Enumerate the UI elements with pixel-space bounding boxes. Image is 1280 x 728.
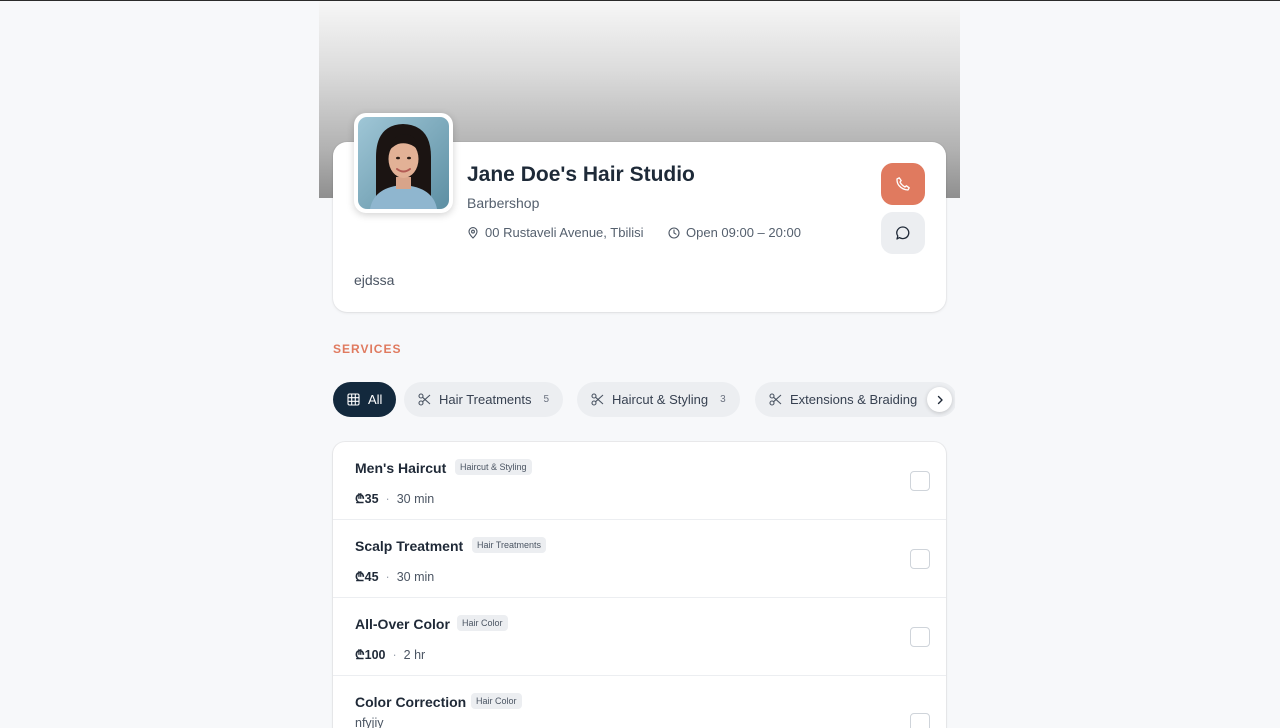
category-chip-label: Hair Treatments [439, 392, 532, 407]
studio-description: ejdssa [354, 272, 395, 288]
service-checkbox[interactable] [910, 627, 930, 647]
service-checkbox[interactable] [910, 549, 930, 569]
services-heading: SERVICES [333, 342, 402, 356]
address: 00 Rustaveli Avenue, Tbilisi [467, 225, 644, 240]
service-category-tag: Hair Treatments [472, 537, 547, 553]
service-price: ₾100 [355, 648, 386, 662]
category-chip-label: All [368, 392, 383, 407]
service-name: Color Correction [355, 694, 467, 710]
service-category-tag: Hair Color [471, 693, 522, 709]
clock-icon [668, 226, 680, 239]
scroll-categories-right-button[interactable] [927, 387, 952, 412]
service-checkbox[interactable] [910, 713, 930, 728]
service-meta: ₾45 · 30 min [355, 570, 435, 584]
service-name: Scalp Treatment [355, 538, 464, 554]
service-category-tag: Hair Color [457, 615, 508, 631]
service-checkbox[interactable] [910, 471, 930, 491]
call-button[interactable] [881, 163, 925, 205]
service-row[interactable]: Scalp Treatment Hair Treatments ₾45 · 30 m… [333, 520, 946, 598]
location-pin-icon [468, 226, 478, 239]
category-chip-extensions-braiding[interactable]: Extensions & Braiding [755, 382, 955, 417]
service-meta: nfyjiy [355, 716, 383, 728]
phone-icon [896, 177, 910, 191]
category-chip-count: 5 [543, 394, 550, 405]
service-meta: ₾100 · 2 hr [355, 648, 426, 662]
service-duration: 30 min [396, 570, 435, 584]
scissors-icon [591, 393, 604, 406]
service-note: nfyjiy [355, 716, 384, 728]
category-chip-label: Haircut & Styling [612, 392, 709, 407]
scissors-icon [769, 393, 782, 406]
studio-name: Jane Doe's Hair Studio [467, 163, 695, 186]
service-duration: 2 hr [403, 648, 426, 662]
service-name: Men's Haircut [355, 460, 447, 476]
service-duration: 30 min [396, 492, 435, 506]
chevron-right-icon [937, 395, 943, 404]
category-chip-all[interactable]: All [333, 382, 397, 417]
scissors-icon [418, 393, 431, 406]
category-chip-haircut-styling[interactable]: Haircut & Styling 3 [577, 382, 740, 417]
address-text: 00 Rustaveli Avenue, Tbilisi [485, 225, 644, 240]
avatar-photo [358, 117, 449, 209]
category-chip-count: 3 [720, 394, 726, 405]
service-category-tag: Haircut & Styling [455, 459, 532, 475]
service-row[interactable]: All-Over Color Hair Color ₾100 · 2 hr [333, 598, 946, 676]
category-filter-bar: All Hair Treatments 5 Haircut & Styling … [333, 382, 955, 417]
service-row[interactable]: Men's Haircut Haircut & Styling ₾35 · 30 m… [333, 442, 946, 520]
avatar [354, 113, 453, 213]
service-price: ₾45 [355, 570, 379, 584]
category-chip-hair-treatments[interactable]: Hair Treatments 5 [404, 382, 564, 417]
chat-bubble-icon [896, 226, 910, 240]
studio-type: Barbershop [467, 195, 540, 211]
category-chip-label: Extensions & Braiding [790, 392, 918, 407]
services-list: Men's Haircut Haircut & Styling ₾35 · 30 m… [333, 442, 946, 728]
grid-icon [347, 393, 360, 406]
service-name: All-Over Color [355, 616, 450, 632]
opening-hours: Open 09:00 – 20:00 [668, 225, 801, 240]
service-row[interactable]: Color Correction Hair Color nfyjiy [333, 676, 946, 728]
message-button[interactable] [881, 212, 925, 254]
service-meta: ₾35 · 30 min [355, 492, 435, 506]
service-price: ₾35 [355, 492, 379, 506]
hours-text: Open 09:00 – 20:00 [686, 225, 801, 240]
